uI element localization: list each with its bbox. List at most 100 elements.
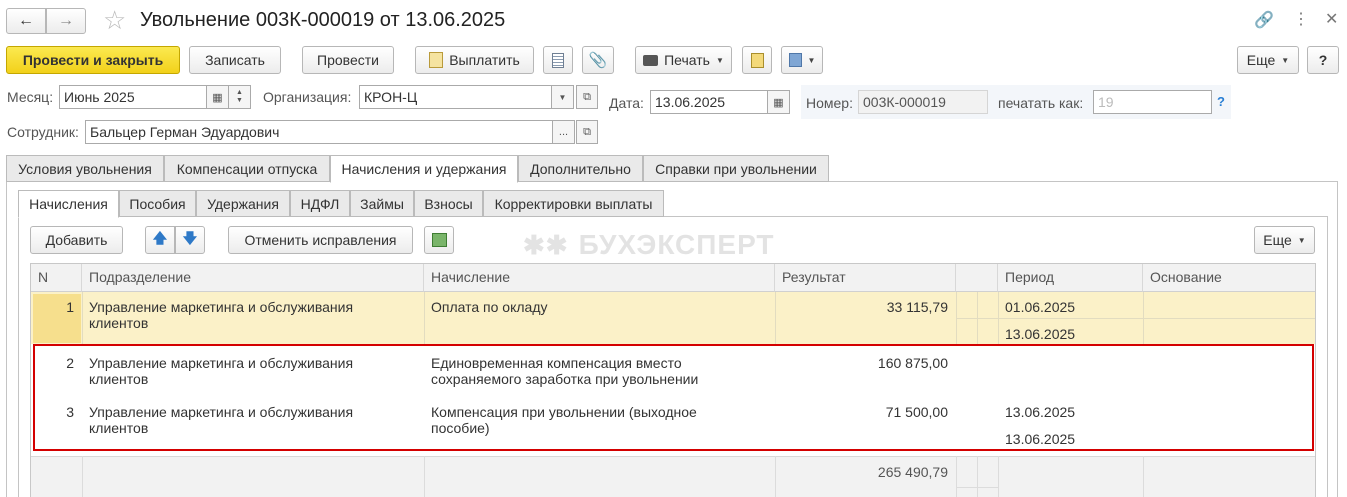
title-bar: ← → ☆ Увольнение 003К-000019 от 13.06.20…	[0, 0, 1347, 42]
report-button[interactable]	[742, 46, 772, 74]
subtab-ndfl[interactable]: НДФЛ	[290, 190, 350, 217]
tab-label: Условия увольнения	[18, 160, 152, 177]
chevron-down-icon: ▼	[1281, 55, 1290, 65]
move-down-button[interactable]: 🡇	[175, 226, 205, 254]
chevron-down-icon: ▼	[715, 55, 724, 65]
department-line: клиентов	[89, 315, 149, 331]
list-button[interactable]	[543, 46, 573, 74]
column-header-basis[interactable]: Основание	[1143, 264, 1315, 292]
watermark: ✱✱ БУХЭКСПЕРТ	[523, 229, 774, 261]
column-header-result[interactable]: Результат	[775, 264, 956, 292]
print-as-field[interactable]: 19	[1093, 90, 1212, 114]
subtab-contributions[interactable]: Взносы	[414, 190, 483, 217]
organization-dropdown-button[interactable]: ▼	[552, 85, 574, 109]
arrow-down-icon: 🡇	[182, 230, 198, 246]
print-as-label: печатать как:	[998, 95, 1084, 111]
add-label: Добавить	[45, 232, 108, 248]
month-calendar-button[interactable]: ▦	[207, 85, 229, 109]
month-spinner[interactable]: ▲ ▼	[229, 85, 251, 109]
ellipsis-icon: ...	[558, 126, 569, 138]
employee-open-button[interactable]: ⧉	[576, 120, 598, 144]
favorite-star-icon[interactable]: ☆	[103, 5, 126, 36]
close-icon[interactable]: ✕	[1325, 9, 1338, 29]
grid-more-button[interactable]: Еще ▼	[1254, 226, 1315, 254]
subtab-payment-corrections[interactable]: Корректировки выплаты	[483, 190, 664, 217]
print-as-help-icon[interactable]: ?	[1217, 94, 1225, 109]
subtab-deductions[interactable]: Удержания	[196, 190, 290, 217]
subtab-accruals[interactable]: Начисления	[18, 190, 119, 218]
tab-vacation-compensation[interactable]: Компенсации отпуска	[164, 155, 330, 182]
accrual-line: Оплата по окладу	[431, 299, 548, 315]
table-add-icon	[431, 233, 447, 247]
tab-dismissal-conditions[interactable]: Условия увольнения	[6, 155, 164, 182]
month-label: Месяц:	[7, 89, 54, 105]
pay-button[interactable]: Выплатить	[415, 46, 534, 74]
cancel-corrections-button[interactable]: Отменить исправления	[228, 226, 413, 254]
add-button[interactable]: Добавить	[30, 226, 123, 254]
date-label: Дата:	[609, 95, 644, 111]
period-to-cell: 13.06.2025	[1005, 326, 1076, 342]
watermark-text: БУХЭКСПЕРТ	[578, 229, 775, 260]
subtab-benefits[interactable]: Пособия	[119, 190, 196, 217]
create-based-on-button[interactable]: ▼	[781, 46, 823, 74]
table-footer	[31, 456, 1315, 497]
page-title: Увольнение 003К-000019 от 13.06.2025	[140, 9, 506, 31]
column-header-n[interactable]: N	[31, 264, 82, 292]
fill-table-button[interactable]	[424, 226, 454, 254]
organization-label: Организация:	[263, 89, 352, 105]
post-and-close-button[interactable]: Провести и закрыть	[6, 46, 180, 74]
help-button[interactable]: ?	[1307, 46, 1339, 74]
list-icon	[552, 52, 564, 68]
date-field[interactable]: 13.06.2025	[650, 90, 768, 114]
back-button[interactable]: ←	[6, 8, 46, 34]
organization-field[interactable]: КРОН-Ц	[359, 85, 552, 109]
month-field[interactable]: Июнь 2025	[59, 85, 207, 109]
print-label: Печать	[664, 52, 710, 68]
tab-additional[interactable]: Дополнительно	[518, 155, 643, 182]
employee-select-button[interactable]: ...	[553, 120, 575, 144]
employee-label: Сотрудник:	[7, 124, 79, 140]
column-header-flags[interactable]	[956, 264, 998, 292]
employee-field[interactable]: Бальцер Герман Эдуардович	[85, 120, 553, 144]
column-header-accrual[interactable]: Начисление	[424, 264, 775, 292]
open-form-icon: ⧉	[583, 125, 591, 138]
arrow-left-icon: ←	[18, 12, 34, 29]
result-cell: 33 115,79	[886, 299, 948, 315]
subtab-label: НДФЛ	[300, 195, 340, 212]
move-up-button[interactable]: 🡅	[145, 226, 175, 254]
subtab-label: Корректировки выплаты	[494, 195, 653, 212]
number-field: 003К-000019	[858, 90, 988, 114]
link-icon[interactable]: 🔗	[1254, 10, 1274, 30]
column-divider	[424, 292, 425, 344]
attach-button[interactable]: 📎	[582, 46, 614, 74]
tab-dismissal-certificates[interactable]: Справки при увольнении	[643, 155, 829, 182]
column-header-department[interactable]: Подразделение	[82, 264, 424, 292]
forward-button[interactable]: →	[46, 8, 86, 34]
tab-label: Дополнительно	[530, 160, 631, 177]
spin-up-icon: ▲	[236, 89, 243, 96]
subtab-loans[interactable]: Займы	[350, 190, 414, 217]
period-from-cell: 01.06.2025	[1005, 299, 1076, 315]
print-button[interactable]: Печать ▼	[635, 46, 732, 74]
cancel-corrections-label: Отменить исправления	[244, 232, 397, 248]
department-line: Управление маркетинга и обслуживания	[89, 299, 354, 315]
more-vertical-icon[interactable]: ⋮	[1293, 9, 1309, 29]
footer-row-divider	[956, 487, 998, 488]
column-header-period[interactable]: Период	[998, 264, 1143, 292]
organization-open-button[interactable]: ⧉	[576, 85, 598, 109]
printer-icon	[643, 54, 659, 66]
arrow-up-icon: 🡅	[152, 230, 168, 246]
watermark-logo-icon: ✱✱	[523, 229, 569, 260]
post-label: Провести	[317, 52, 379, 68]
accrual-cell: Оплата по окладу	[431, 299, 771, 315]
tab-accruals-deductions[interactable]: Начисления и удержания	[330, 155, 518, 183]
post-button[interactable]: Провести	[302, 46, 394, 74]
save-label: Записать	[205, 52, 265, 68]
number-label: Номер:	[806, 95, 853, 111]
tab-label: Справки при увольнении	[655, 160, 817, 177]
spin-down-icon: ▼	[236, 97, 243, 104]
footer-divider	[82, 456, 83, 497]
date-calendar-button[interactable]: ▦	[768, 90, 790, 114]
more-button[interactable]: Еще ▼	[1237, 46, 1299, 74]
save-button[interactable]: Записать	[189, 46, 281, 74]
